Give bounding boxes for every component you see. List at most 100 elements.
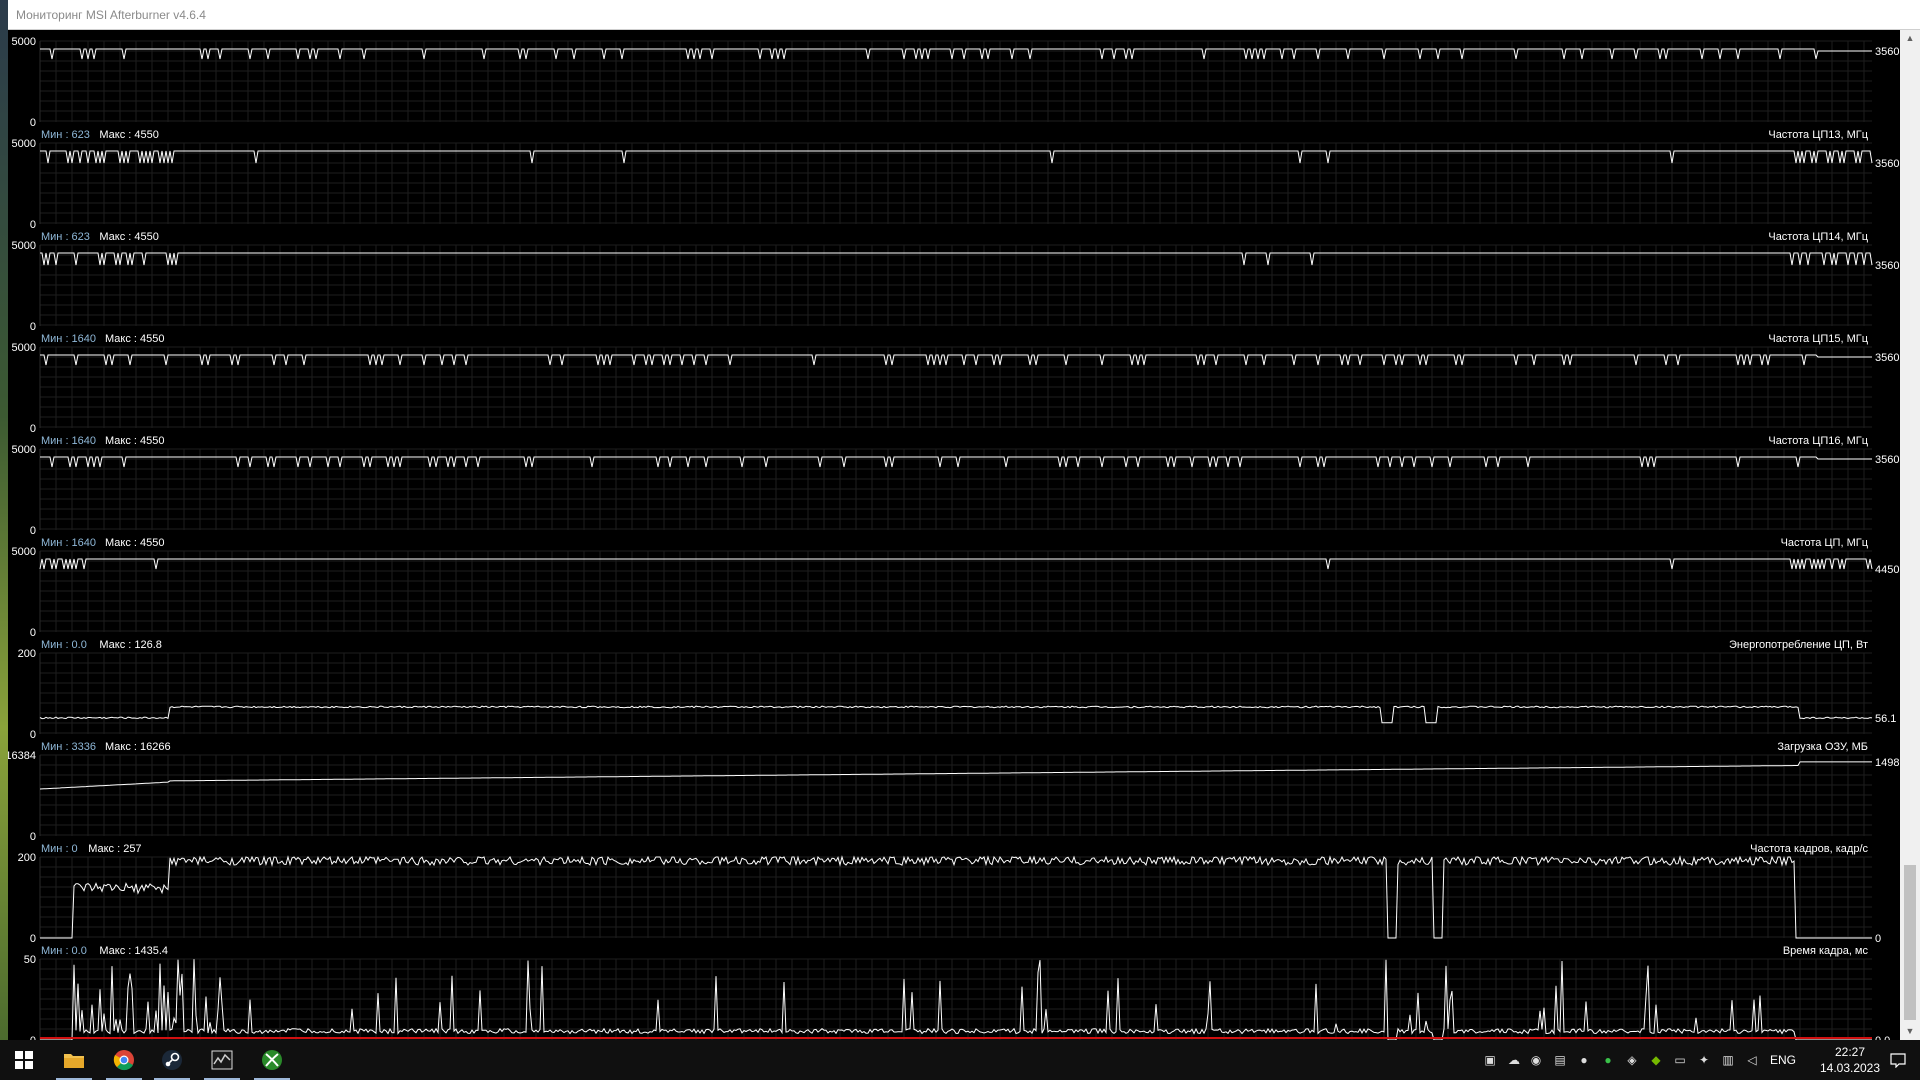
y-axis-max-label: 50 bbox=[24, 954, 36, 966]
graph-max-label: Макс : 1435.4 bbox=[99, 945, 168, 957]
y-axis-min-label: 0 bbox=[30, 321, 36, 333]
graph-min-label: Мин : 1640 bbox=[41, 435, 96, 447]
y-axis-min-label: 0 bbox=[30, 831, 36, 843]
desktop-wallpaper-strip bbox=[0, 0, 8, 1040]
y-axis-max-label: 200 bbox=[18, 648, 36, 660]
y-axis-max-label: 5000 bbox=[12, 36, 36, 48]
graph-current-value: 56.1 bbox=[1875, 713, 1896, 725]
afterburner-icon bbox=[211, 1050, 233, 1070]
graph-current-value: 3560 bbox=[1875, 158, 1899, 170]
graph-current-value: 3560 bbox=[1875, 454, 1899, 466]
graph-current-value: 3560 bbox=[1875, 352, 1899, 364]
y-axis-min-label: 0 bbox=[30, 423, 36, 435]
graph-cpu15[interactable] bbox=[39, 346, 1872, 428]
y-axis-max-label: 16384 bbox=[8, 750, 36, 762]
tray-steam-icon[interactable]: ◉ bbox=[1528, 1052, 1544, 1068]
vertical-scrollbar[interactable]: ▲ ▼ bbox=[1900, 30, 1920, 1040]
graph-series-line bbox=[40, 959, 1872, 1040]
clock-date: 14.03.2023 bbox=[1819, 1061, 1881, 1075]
graph-min-label: Мин : 1640 bbox=[41, 333, 96, 345]
graph-min-label: Мин : 0.0 bbox=[41, 639, 87, 651]
chrome-icon bbox=[113, 1050, 134, 1071]
graph-power[interactable] bbox=[39, 652, 1873, 734]
graph-cpu13[interactable] bbox=[39, 142, 1873, 224]
graph-title-label: Частота ЦП15, МГц bbox=[1768, 333, 1868, 345]
notification-icon bbox=[1890, 1053, 1906, 1068]
xbox-icon bbox=[262, 1050, 282, 1070]
graph-series-line bbox=[39, 705, 1873, 724]
graph-cpu12[interactable] bbox=[39, 40, 1872, 122]
y-axis-max-label: 5000 bbox=[12, 138, 36, 150]
graph-cpu16[interactable] bbox=[39, 448, 1872, 530]
y-axis-min-label: 0 bbox=[30, 525, 36, 537]
afterburner-monitor-window: Мониторинг MSI Afterburner v4.6.4 5000 0 3… bbox=[8, 0, 1920, 1040]
taskbar-xbox[interactable] bbox=[248, 1040, 296, 1080]
graph-min-label: Мин : 623 bbox=[41, 231, 90, 243]
graph-title-label: Частота ЦП16, МГц bbox=[1768, 435, 1868, 447]
graph-max-label: Макс : 126.8 bbox=[99, 639, 162, 651]
y-axis-min-label: 0 bbox=[30, 627, 36, 639]
graph-title-label: Частота ЦП13, МГц bbox=[1768, 129, 1868, 141]
graph-min-label: Мин : 3336 bbox=[41, 741, 96, 753]
windows-taskbar: ▣ ☁ ◉ ▤ ● ● ◈ ◆ ▭ ✦ ▥ ◁ ENG 22:27 14.03.… bbox=[0, 1040, 1920, 1080]
graphs-panel[interactable]: 5000 0 3560 Мин : 623 Макс : 4550 Частота ЦП1… bbox=[8, 30, 1900, 1040]
graphs-canvas: 500003560Мин : 623 Макс : 4550 Частота ЦП1… bbox=[8, 36, 1900, 1040]
tray-green-app-icon[interactable]: ● bbox=[1600, 1052, 1616, 1068]
graph-fps[interactable] bbox=[39, 855, 1872, 939]
graph-min-label: Мин : 0.0 bbox=[41, 945, 87, 957]
graph-current-value: 3560 bbox=[1875, 260, 1899, 272]
taskbar-file-explorer[interactable] bbox=[50, 1040, 98, 1080]
graph-max-label: Макс : 4550 bbox=[105, 435, 164, 447]
system-clock[interactable]: 22:27 14.03.2023 bbox=[1818, 1044, 1882, 1076]
window-title[interactable]: Мониторинг MSI Afterburner v4.6.4 bbox=[8, 0, 1920, 30]
graph-max-label: Макс : 4550 bbox=[99, 129, 158, 141]
steam-icon bbox=[162, 1050, 182, 1070]
tray-dropbox-icon[interactable]: ◈ bbox=[1624, 1052, 1640, 1068]
tray-monitor-icon[interactable]: ▤ bbox=[1552, 1052, 1568, 1068]
taskbar-msi-afterburner[interactable] bbox=[198, 1040, 246, 1080]
tray-volume-icon[interactable]: ◁ bbox=[1744, 1052, 1760, 1068]
scroll-down-arrow-icon[interactable]: ▼ bbox=[1900, 1023, 1920, 1040]
y-axis-max-label: 5000 bbox=[12, 240, 36, 252]
y-axis-min-label: 0 bbox=[30, 933, 36, 945]
graph-title-label: Энергопотребление ЦП, Вт bbox=[1729, 639, 1868, 651]
y-axis-max-label: 5000 bbox=[12, 342, 36, 354]
tray-microphone-icon[interactable]: ● bbox=[1576, 1052, 1592, 1068]
graph-title-label: Частота кадров, кадр/с bbox=[1750, 843, 1868, 855]
graph-current-value: 3560 bbox=[1875, 46, 1899, 58]
windows-logo-icon bbox=[15, 1051, 33, 1069]
scroll-up-arrow-icon[interactable]: ▲ bbox=[1900, 30, 1920, 47]
tray-display-icon[interactable]: ▭ bbox=[1672, 1052, 1688, 1068]
graph-title-label: Частота ЦП, МГц bbox=[1781, 537, 1869, 549]
graph-title-label: Частота ЦП14, МГц bbox=[1768, 231, 1868, 243]
language-indicator[interactable]: ENG bbox=[1770, 1040, 1796, 1080]
tray-nvidia-icon[interactable]: ◆ bbox=[1648, 1052, 1664, 1068]
graph-max-label: Макс : 16266 bbox=[105, 741, 171, 753]
graph-current-value: 0 bbox=[1875, 933, 1881, 945]
graph-current-value: 4450 bbox=[1875, 564, 1899, 576]
y-axis-min-label: 0 bbox=[30, 117, 36, 129]
tray-afterburner-icon[interactable]: ▣ bbox=[1482, 1052, 1498, 1068]
tray-settings-icon[interactable]: ✦ bbox=[1696, 1052, 1712, 1068]
graph-cpu[interactable] bbox=[39, 550, 1873, 632]
graph-max-label: Макс : 4550 bbox=[99, 231, 158, 243]
action-center-button[interactable] bbox=[1876, 1040, 1920, 1080]
graph-title-label: Загрузка ОЗУ, МБ bbox=[1777, 741, 1868, 753]
tray-cloud-icon[interactable]: ☁ bbox=[1506, 1052, 1522, 1068]
y-axis-min-label: 0 bbox=[30, 729, 36, 741]
tray-network-icon[interactable]: ▥ bbox=[1720, 1052, 1736, 1068]
folder-icon bbox=[64, 1054, 84, 1068]
graph-min-label: Мин : 0 bbox=[41, 843, 78, 855]
taskbar-chrome[interactable] bbox=[100, 1040, 148, 1080]
graph-cpu14[interactable] bbox=[39, 244, 1873, 326]
scrollbar-thumb[interactable] bbox=[1904, 865, 1916, 1020]
y-axis-max-label: 200 bbox=[18, 852, 36, 864]
graph-max-label: Макс : 257 bbox=[88, 843, 141, 855]
taskbar-steam[interactable] bbox=[148, 1040, 196, 1080]
y-axis-max-label: 5000 bbox=[12, 444, 36, 456]
start-button[interactable] bbox=[0, 1040, 48, 1080]
graph-title-label: Время кадра, мс bbox=[1783, 945, 1869, 957]
graph-ram[interactable] bbox=[39, 754, 1872, 836]
graph-frametime[interactable] bbox=[39, 958, 1872, 1040]
graph-max-label: Макс : 4550 bbox=[105, 333, 164, 345]
